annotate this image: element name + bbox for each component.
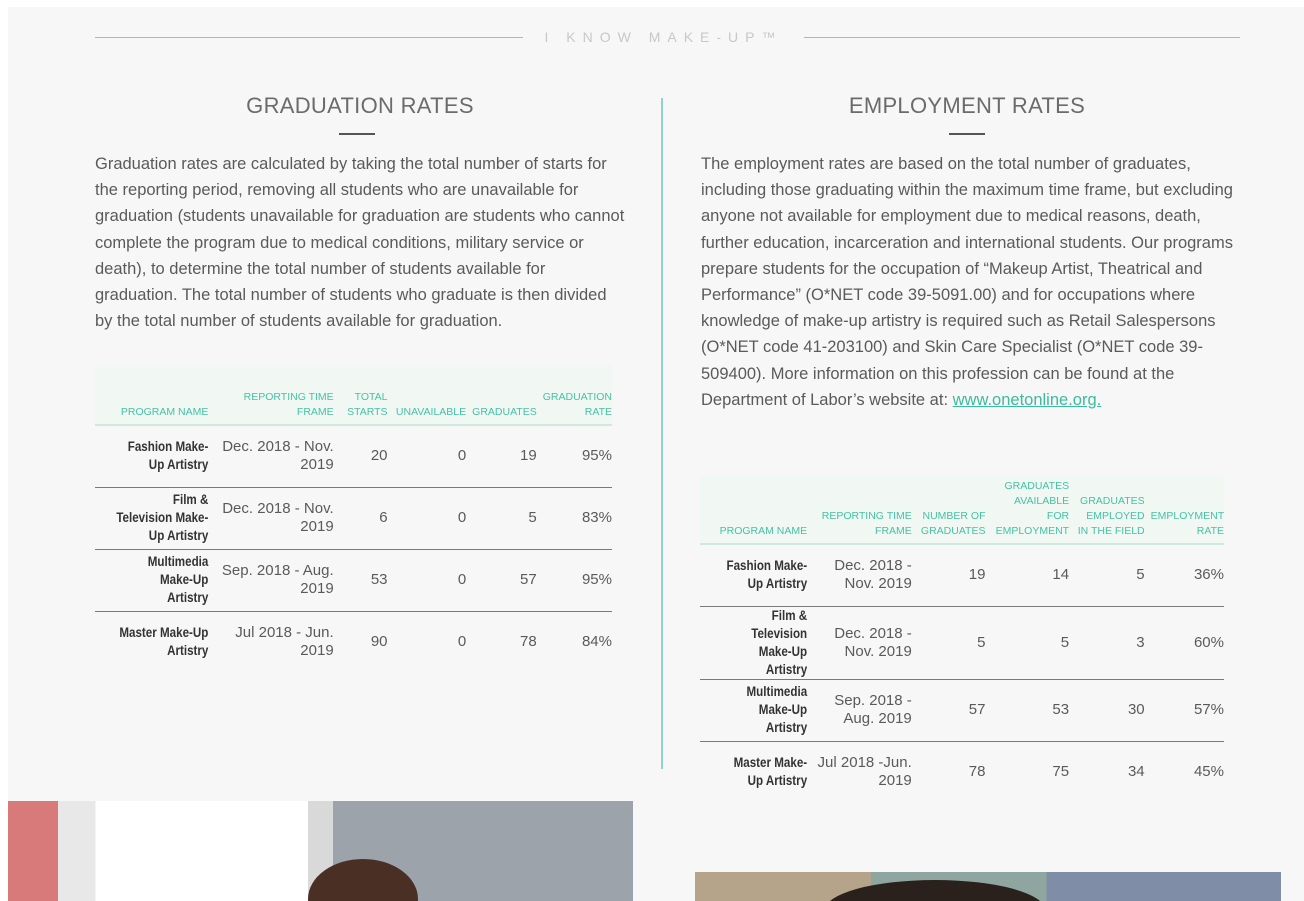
reporting-time-frame: Sep. 2018 - Aug. 2019 bbox=[221, 562, 334, 597]
reporting-time-frame: Jul 2018 - Jun. 2019 bbox=[235, 624, 334, 660]
program-name: Master Make-Up Artistry bbox=[119, 625, 209, 659]
program-name: Film & Television Make-Up Artistry bbox=[751, 607, 808, 677]
photo-subject-hair bbox=[825, 880, 1045, 901]
total-starts: 20 bbox=[370, 447, 388, 465]
employment-table: PROGRAM NAME REPORTING TIME FRAME NUMBER… bbox=[700, 475, 1224, 803]
onetonline-link[interactable]: www.onetonline.org. bbox=[953, 391, 1102, 409]
program-name: Fashion Make-Up Artistry bbox=[726, 558, 808, 592]
employment-rate: 57% bbox=[1193, 701, 1224, 718]
top-rule-left bbox=[95, 37, 523, 38]
graduation-rate: 95% bbox=[581, 571, 612, 588]
graduates: 78 bbox=[520, 633, 537, 651]
program-name: Multimedia Make-Up Artistry bbox=[746, 684, 808, 735]
unavailable: 0 bbox=[457, 447, 467, 465]
program-name: Fashion Make-Up Artistry bbox=[127, 439, 209, 473]
student-photo-right bbox=[695, 872, 1281, 901]
graduates-available: 53 bbox=[1052, 701, 1070, 718]
graduation-section: GRADUATION RATES Graduation rates are ca… bbox=[95, 93, 624, 334]
col-header-graduates: GRADUATES bbox=[466, 365, 537, 425]
number-of-graduates: 78 bbox=[968, 763, 986, 781]
graduates: 57 bbox=[520, 571, 537, 588]
graduation-paragraph: Graduation rates are calculated by takin… bbox=[95, 155, 625, 331]
employment-paragraph: The employment rates are based on the to… bbox=[701, 151, 1233, 413]
column-divider bbox=[661, 98, 663, 769]
table-row: Fashion Make-Up Artistry Dec. 2018 - Nov… bbox=[95, 425, 612, 487]
table-row: Film & Television Make-Up Artistry Dec. … bbox=[95, 487, 612, 549]
graduates: 5 bbox=[528, 509, 537, 526]
graduation-title: GRADUATION RATES bbox=[246, 93, 474, 118]
reporting-time-frame: Dec. 2018 - Nov. 2019 bbox=[222, 500, 334, 535]
employment-rate: 36% bbox=[1193, 566, 1224, 584]
total-starts: 90 bbox=[370, 633, 388, 651]
unavailable: 0 bbox=[457, 571, 467, 588]
employment-paragraph-text: The employment rates are based on the to… bbox=[701, 155, 1233, 409]
number-of-graduates: 57 bbox=[968, 701, 986, 718]
reporting-time-frame: Dec. 2018 -Nov. 2019 bbox=[834, 624, 912, 660]
col-header-reporting-time-frame: REPORTING TIME FRAME bbox=[208, 365, 334, 425]
reporting-time-frame: Sep. 2018 -Aug. 2019 bbox=[834, 692, 912, 727]
col-header-number-of-graduates: NUMBER OF GRADUATES bbox=[911, 475, 986, 544]
number-of-graduates: 19 bbox=[968, 566, 986, 584]
reporting-time-frame: Dec. 2018 -Nov. 2019 bbox=[834, 557, 912, 593]
col-header-unavailable: UNAVAILABLE bbox=[387, 365, 467, 425]
graduation-rate: 83% bbox=[581, 509, 612, 526]
graduates-available: 75 bbox=[1052, 763, 1070, 781]
program-name: Film & Television Make-Up Artistry bbox=[116, 492, 209, 543]
table-row: Fashion Make-Up Artistry Dec. 2018 -Nov.… bbox=[700, 544, 1224, 606]
table-row: Film & Television Make-Up Artistry Dec. … bbox=[700, 606, 1224, 679]
reporting-time-frame: Dec. 2018 - Nov. 2019 bbox=[222, 438, 334, 474]
graduation-table: PROGRAM NAME REPORTING TIME FRAME TOTAL … bbox=[95, 365, 612, 673]
employment-section: EMPLOYMENT RATES The employment rates ar… bbox=[701, 93, 1233, 413]
number-of-graduates: 5 bbox=[977, 633, 986, 651]
total-starts: 6 bbox=[379, 509, 388, 526]
page: I KNOW MAKE-UP™ GRADUATION RATES Graduat… bbox=[8, 7, 1304, 901]
employment-rate: 60% bbox=[1193, 633, 1224, 651]
graduation-rate: 95% bbox=[581, 447, 612, 465]
col-header-total-starts: TOTAL STARTS bbox=[333, 365, 388, 425]
program-name: Master Make-Up Artistry bbox=[733, 755, 808, 789]
col-header-graduates-employed: GRADUATES EMPLOYED IN THE FIELD bbox=[1069, 475, 1145, 544]
table-header-row: PROGRAM NAME REPORTING TIME FRAME TOTAL … bbox=[95, 365, 612, 425]
graduation-rate: 84% bbox=[581, 633, 612, 651]
top-rule-right bbox=[804, 37, 1240, 38]
col-header-program-name: PROGRAM NAME bbox=[700, 475, 808, 544]
col-header-graduates-available: GRADUATES AVAILABLE FOR EMPLOYMENT bbox=[985, 475, 1070, 544]
col-header-reporting-time-frame: REPORTING TIME FRAME bbox=[807, 475, 912, 544]
col-header-program-name: PROGRAM NAME bbox=[95, 365, 209, 425]
col-header-employment-rate: EMPLOYMENT RATE bbox=[1144, 475, 1224, 544]
reporting-time-frame: Jul 2018 -Jun. 2019 bbox=[817, 754, 912, 790]
graduation-title-underline bbox=[339, 133, 375, 135]
photo-subject-hair bbox=[308, 859, 418, 901]
employment-title: EMPLOYMENT RATES bbox=[848, 93, 1086, 118]
table-row: Master Make-Up Artistry Jul 2018 - Jun. … bbox=[95, 611, 612, 673]
graduates-employed: 3 bbox=[1136, 633, 1145, 651]
graduates: 19 bbox=[520, 447, 537, 465]
student-photo-left bbox=[8, 801, 633, 901]
total-starts: 53 bbox=[370, 571, 388, 588]
graduates-available: 5 bbox=[1060, 633, 1070, 651]
program-name: Multimedia Make-Up Artistry bbox=[147, 554, 209, 605]
unavailable: 0 bbox=[457, 509, 467, 526]
table-row: Multimedia Make-Up Artistry Sep. 2018 - … bbox=[95, 549, 612, 611]
graduates-available: 14 bbox=[1052, 566, 1070, 584]
col-header-graduation-rate: GRADUATION RATE bbox=[536, 365, 612, 425]
unavailable: 0 bbox=[457, 633, 467, 651]
table-row: Multimedia Make-Up Artistry Sep. 2018 -A… bbox=[700, 679, 1224, 741]
graduates-employed: 34 bbox=[1127, 763, 1145, 781]
employment-rate: 45% bbox=[1193, 763, 1224, 781]
table-row: Master Make-Up Artistry Jul 2018 -Jun. 2… bbox=[700, 741, 1224, 803]
employment-title-underline bbox=[949, 133, 985, 135]
brand-tagline: I KNOW MAKE-UP™ bbox=[544, 29, 783, 45]
graduates-employed: 30 bbox=[1127, 701, 1145, 718]
table-header-row: PROGRAM NAME REPORTING TIME FRAME NUMBER… bbox=[700, 475, 1224, 544]
graduates-employed: 5 bbox=[1136, 566, 1145, 584]
